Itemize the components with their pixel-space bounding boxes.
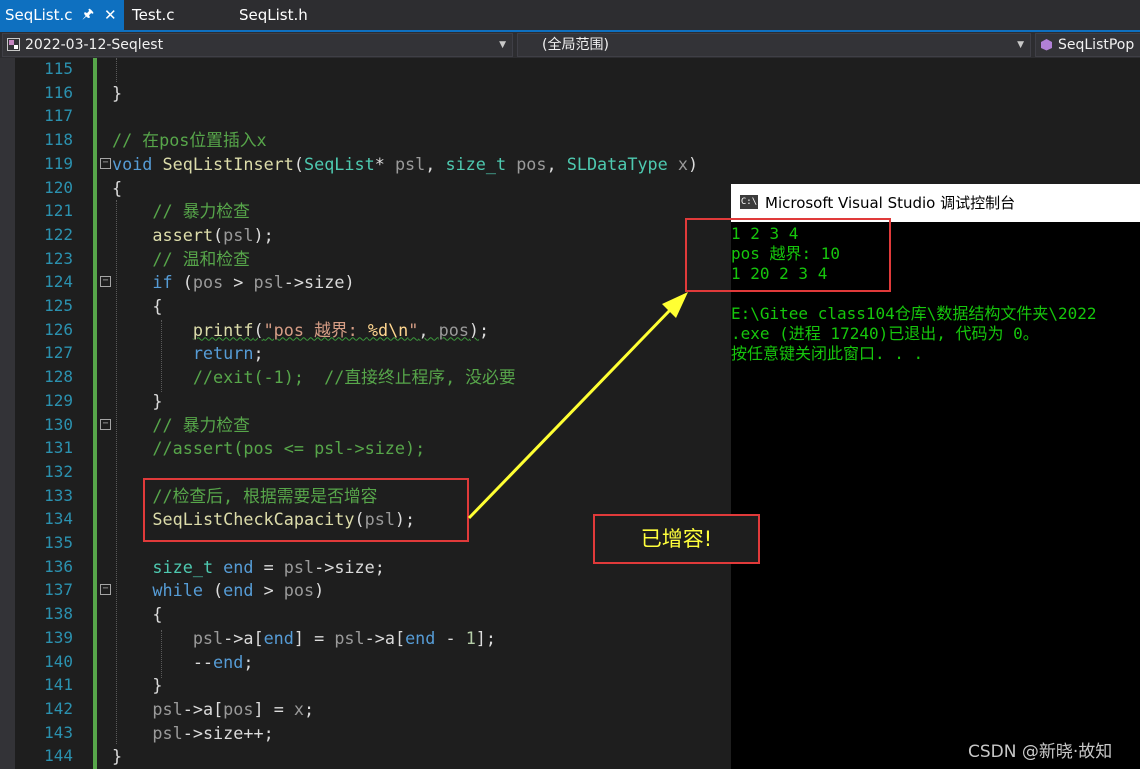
watermark: CSDN @新晓·故知	[968, 742, 1113, 762]
annotation-arrow	[467, 292, 688, 520]
